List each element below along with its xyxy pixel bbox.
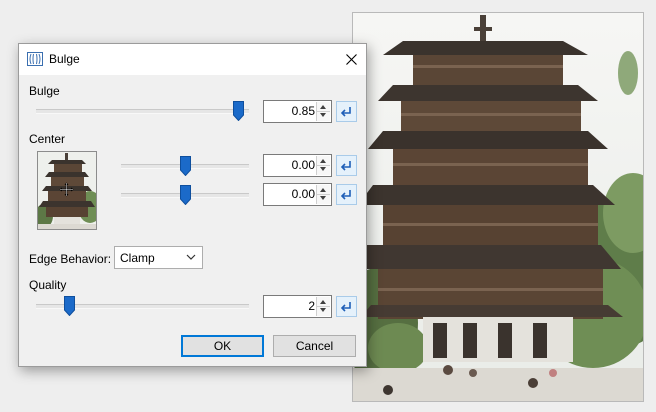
center-label: Center (29, 132, 66, 146)
edge-behavior-selected: Clamp (120, 251, 155, 265)
center-x-spinner[interactable] (316, 156, 330, 175)
bulge-value-field[interactable]: 0.85 (263, 100, 332, 123)
bulge-spinner[interactable] (316, 102, 330, 121)
center-y-spinner[interactable] (316, 185, 330, 204)
title-bar: Bulge (19, 44, 366, 75)
chevron-down-icon (186, 254, 196, 260)
reset-arrow-icon (340, 190, 351, 200)
center-x-value-field[interactable]: 0.00 (263, 154, 332, 177)
edge-behavior-label: Edge Behavior: (29, 252, 112, 266)
quality-reset-button[interactable] (336, 296, 357, 317)
center-x-slider-thumb[interactable] (180, 156, 191, 176)
bulge-value: 0.85 (291, 104, 315, 118)
reset-arrow-icon (340, 302, 351, 312)
bulge-slider-thumb[interactable] (233, 101, 244, 121)
bulge-label: Bulge (29, 84, 60, 98)
center-x-value: 0.00 (291, 158, 315, 172)
ok-button[interactable]: OK (181, 335, 264, 357)
quality-label: Quality (29, 278, 67, 292)
reset-arrow-icon (340, 107, 351, 117)
bulge-dialog: Bulge Bulge 0.85 Center 0.00 0.00 Edge B… (18, 43, 367, 367)
close-button[interactable] (336, 44, 366, 75)
close-icon (345, 54, 357, 65)
quality-value: 2 (308, 299, 315, 313)
bulge-reset-button[interactable] (336, 101, 357, 122)
edge-behavior-dropdown[interactable]: Clamp (114, 246, 203, 269)
dialog-title: Bulge (49, 52, 80, 66)
center-y-reset-button[interactable] (336, 184, 357, 205)
move-crosshair-icon[interactable] (59, 182, 74, 197)
quality-spinner[interactable] (316, 297, 330, 316)
center-y-slider-thumb[interactable] (180, 185, 191, 205)
bulge-slider-track[interactable] (36, 109, 249, 114)
reset-arrow-icon (340, 161, 351, 171)
image-canvas (352, 12, 644, 402)
center-y-value: 0.00 (291, 187, 315, 201)
center-x-reset-button[interactable] (336, 155, 357, 176)
pagoda-photo (353, 13, 643, 401)
cancel-button[interactable]: Cancel (273, 335, 356, 357)
center-preview-thumbnail[interactable] (37, 151, 97, 230)
quality-slider-thumb[interactable] (64, 296, 75, 316)
bulge-effect-icon (27, 52, 43, 66)
quality-value-field[interactable]: 2 (263, 295, 332, 318)
center-y-value-field[interactable]: 0.00 (263, 183, 332, 206)
